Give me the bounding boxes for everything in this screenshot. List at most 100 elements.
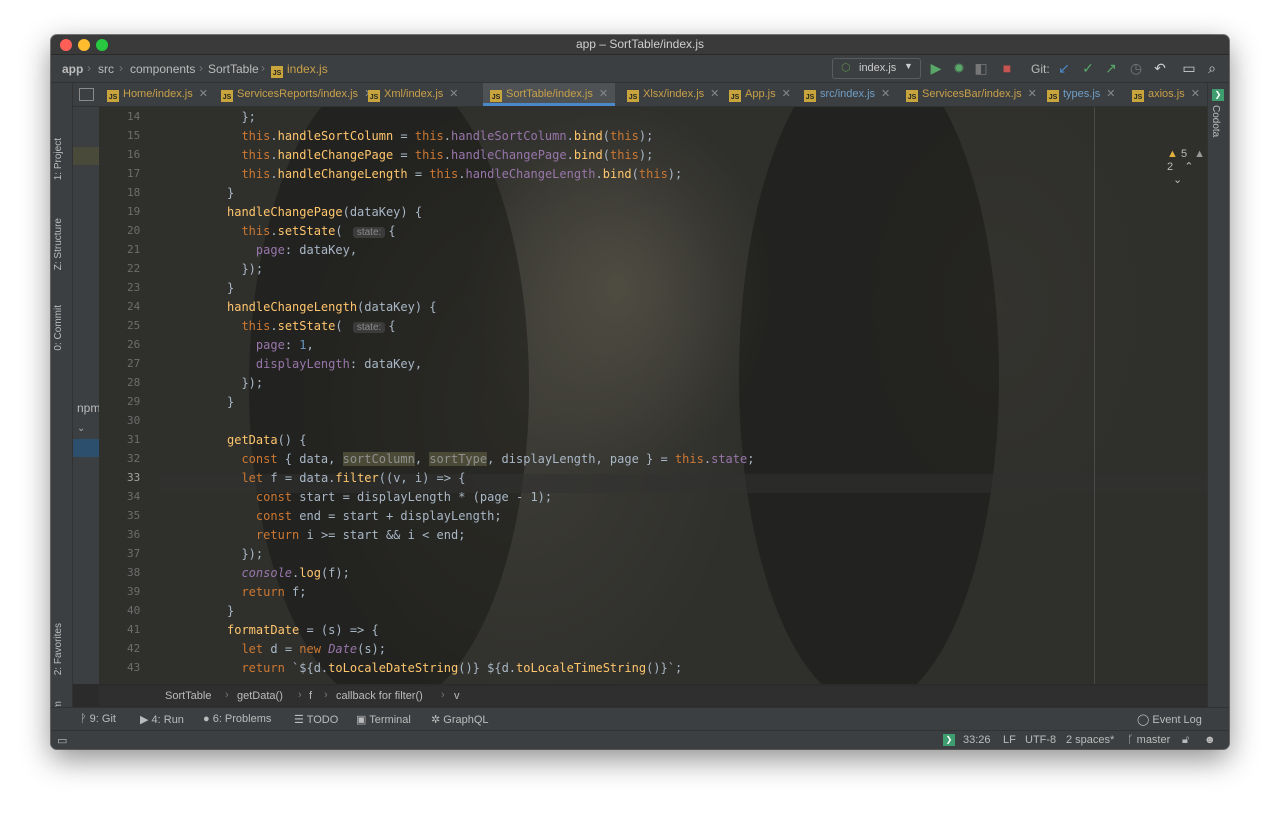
inspection-widget[interactable]: ▲ 5 ▲ 2 ⌃ ⌄	[1167, 148, 1207, 186]
close-icon[interactable]: ✕	[1106, 88, 1115, 100]
search-icon[interactable]: ⌕	[1204, 60, 1220, 76]
favorites-tool-button[interactable]: 2: Favorites	[53, 623, 64, 675]
npm-tree-row[interactable]	[73, 439, 99, 457]
code-crumb-class[interactable]: SortTable	[165, 690, 211, 702]
git-tool-button[interactable]: ᚹ 9: Git	[80, 713, 116, 725]
code-line[interactable]: });	[227, 260, 263, 279]
inspector-icon[interactable]: ☻	[1204, 734, 1216, 746]
commit-tool-button[interactable]: 0: Commit	[53, 305, 64, 351]
breadcrumb-app[interactable]: app	[62, 62, 83, 76]
close-icon[interactable]: ✕	[199, 88, 208, 100]
code-line[interactable]: this.handleSortColumn = this.handleSortC…	[227, 127, 653, 146]
code-line[interactable]: this.handleChangeLength = this.handleCha…	[227, 165, 682, 184]
tab-app[interactable]: JS App.js ✕	[729, 83, 791, 106]
line-separator[interactable]: LF	[1003, 734, 1016, 746]
tab-axios[interactable]: JS axios.js ✕	[1132, 83, 1200, 106]
event-log-button[interactable]: ◯ Event Log	[1137, 713, 1202, 726]
debug-icon[interactable]: ✹	[951, 60, 967, 76]
code-line[interactable]: });	[227, 545, 263, 564]
code-line[interactable]: displayLength: dataKey,	[227, 355, 422, 374]
structure-tool-button[interactable]: Z: Structure	[53, 218, 64, 270]
problems-tool-button[interactable]: ● 6: Problems	[203, 713, 271, 725]
run-icon[interactable]: ▶	[928, 60, 944, 76]
breadcrumb-src[interactable]: src	[98, 62, 114, 76]
git-update-icon[interactable]: ↙	[1056, 60, 1072, 76]
code-editor[interactable]: ▲ 5 ▲ 2 ⌃ ⌄ 14 }; 15 this.handleSortColum…	[99, 107, 1207, 684]
close-icon[interactable]: ✕	[449, 88, 458, 100]
code-line[interactable]: return `${d.toLocaleDateString()} ${d.to…	[227, 659, 682, 678]
tab-sorttable-index[interactable]: JS SortTable/index.js ✕	[483, 83, 616, 106]
tab-types[interactable]: JS types.js ✕	[1047, 83, 1116, 106]
close-icon[interactable]: ✕	[710, 88, 719, 100]
code-line[interactable]: page: dataKey,	[227, 241, 357, 260]
breadcrumb-sorttable[interactable]: SortTable	[208, 62, 259, 76]
git-push-icon[interactable]: ↗	[1103, 60, 1119, 76]
close-icon[interactable]: ✕	[1028, 88, 1037, 100]
close-icon[interactable]: ✕	[782, 88, 791, 100]
stop-icon[interactable]: ■	[999, 60, 1015, 76]
code-line[interactable]: let d = new Date(s);	[227, 640, 386, 659]
lock-icon[interactable]: 🔓︎	[1182, 734, 1189, 747]
code-line[interactable]: console.log(f);	[227, 564, 349, 583]
chevron-up-icon[interactable]: ⌃	[1184, 161, 1193, 173]
run-configuration-select[interactable]: ⬡ index.js ▼	[832, 58, 921, 79]
codota-status-icon[interactable]: ❯	[943, 734, 955, 746]
code-line[interactable]: handleChangeLength(dataKey) {	[227, 298, 437, 317]
code-line[interactable]: }	[227, 279, 234, 298]
tab-src-index[interactable]: JS src/index.js ✕	[804, 83, 890, 106]
rollback-icon[interactable]: ↶	[1152, 60, 1168, 76]
tab-servicesbar-index[interactable]: JS ServicesBar/index.js ✕	[906, 83, 1037, 106]
code-line[interactable]: this.setState( state:{	[227, 222, 396, 241]
code-crumb-variable[interactable]: f	[309, 690, 312, 702]
breadcrumb-file[interactable]: JS index.js	[271, 62, 328, 78]
caret-position[interactable]: 33:26	[963, 734, 991, 746]
file-encoding[interactable]: UTF-8	[1025, 734, 1056, 746]
code-crumb-param[interactable]: v	[454, 690, 460, 702]
history-icon[interactable]: ◷	[1128, 60, 1144, 76]
code-crumb-callback[interactable]: callback for filter()	[336, 690, 423, 702]
graphql-tool-button[interactable]: ✲ GraphQL	[431, 713, 489, 726]
terminal-icon[interactable]: ▭	[1181, 60, 1197, 76]
code-crumb-method[interactable]: getData()	[237, 690, 283, 702]
code-line[interactable]: }	[227, 602, 234, 621]
code-line[interactable]: const end = start + displayLength;	[227, 507, 502, 526]
coverage-icon[interactable]: ◧	[973, 60, 989, 76]
git-commit-icon[interactable]: ✓	[1080, 60, 1096, 76]
terminal-tool-button[interactable]: ▣ Terminal	[356, 713, 411, 726]
tab-xml-index[interactable]: JS Xml/index.js ✕	[368, 83, 459, 106]
tab-xlsx-index[interactable]: JS Xlsx/index.js ✕	[627, 83, 719, 106]
breadcrumb-components[interactable]: components	[130, 62, 195, 76]
project-tool-button[interactable]: 1: Project	[53, 138, 64, 180]
code-line[interactable]: };	[227, 108, 255, 127]
code-line[interactable]: return f;	[227, 583, 306, 602]
project-tree-row[interactable]	[73, 147, 99, 165]
chevron-down-icon[interactable]: ⌄	[1173, 174, 1182, 186]
todo-tool-button[interactable]: ☰ TODO	[294, 713, 338, 726]
run-tool-button[interactable]: ▶ 4: Run	[140, 713, 184, 726]
code-line[interactable]: return i >= start && i < end;	[227, 526, 466, 545]
project-view-icon[interactable]	[79, 88, 94, 101]
code-line[interactable]: handleChangePage(dataKey) {	[227, 203, 422, 222]
line-number: 43	[127, 661, 141, 674]
code-line[interactable]: getData() {	[227, 431, 306, 450]
close-icon[interactable]: ✕	[881, 88, 890, 100]
code-line[interactable]: const { data, sortColumn, sortType, disp…	[227, 450, 754, 469]
toggle-tool-windows-icon[interactable]: ▭	[57, 734, 67, 747]
code-line[interactable]: this.handleChangePage = this.handleChang…	[227, 146, 653, 165]
code-line[interactable]: let f = data.filter((v, i) => {	[227, 469, 465, 488]
git-branch[interactable]: ᚴ master	[1127, 734, 1170, 746]
close-icon[interactable]: ✕	[599, 88, 608, 100]
tab-servicesreports-index[interactable]: JSServicesReports/index.js✕	[221, 83, 373, 106]
code-line[interactable]: }	[227, 184, 234, 203]
close-icon[interactable]: ✕	[1191, 88, 1200, 100]
code-line[interactable]: const start = displayLength * (page - 1)…	[227, 488, 552, 507]
indent-setting[interactable]: 2 spaces*	[1066, 734, 1114, 746]
codota-tool-button[interactable]: Codota	[1210, 105, 1221, 137]
code-line[interactable]: formatDate = (s) => {	[227, 621, 379, 640]
code-line[interactable]: }	[227, 393, 234, 412]
code-line[interactable]: });	[227, 374, 263, 393]
chevron-down-icon[interactable]: ⌄	[77, 423, 85, 434]
code-line[interactable]: page: 1,	[227, 336, 314, 355]
tab-home-index[interactable]: JS Home/index.js ✕	[107, 83, 208, 106]
code-line[interactable]: this.setState( state:{	[227, 317, 396, 336]
